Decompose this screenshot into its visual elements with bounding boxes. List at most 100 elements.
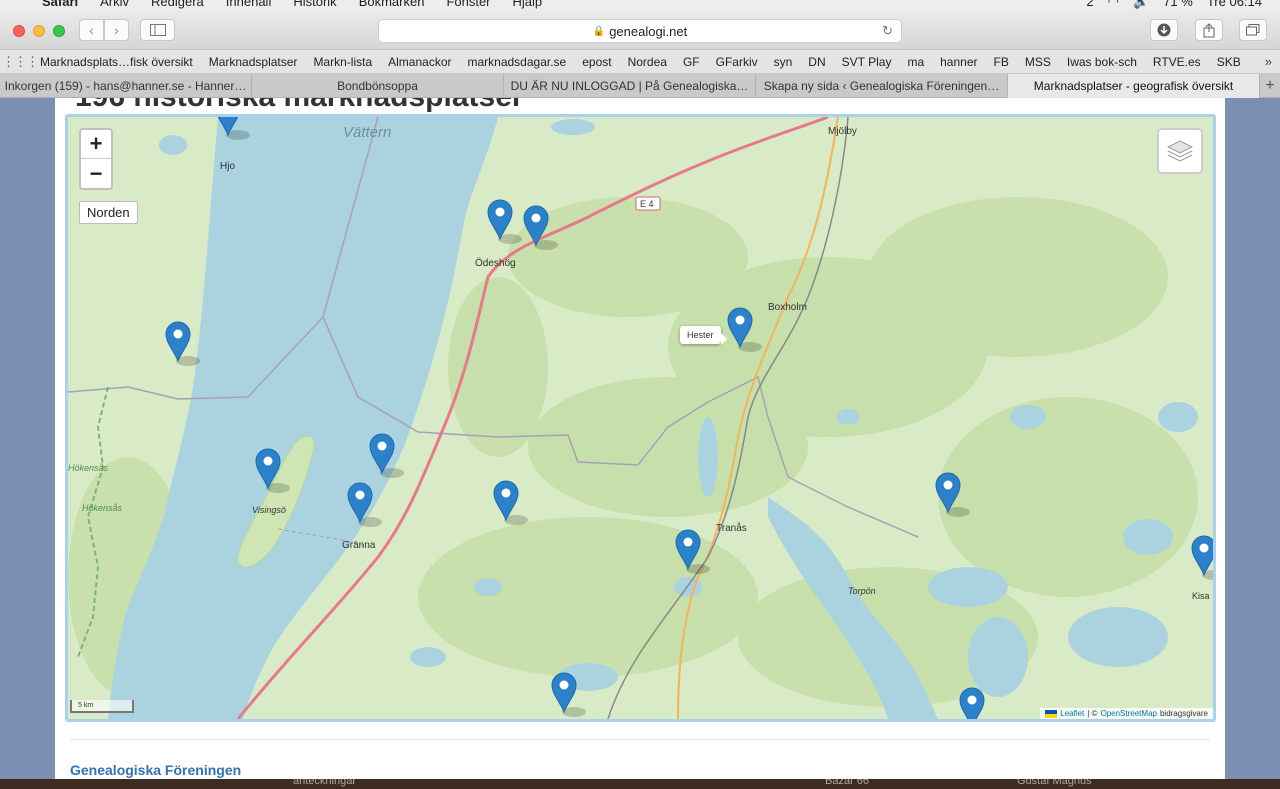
bookmark-item[interactable]: SKB	[1217, 55, 1241, 69]
ukraine-flag-icon	[1045, 709, 1058, 718]
e4-road-shield: E 4	[635, 196, 661, 211]
tab-bar: Inkorgen (159) - hans@hanner.se - Hanner…	[0, 74, 1280, 98]
share-button[interactable]	[1195, 19, 1223, 41]
battery-label[interactable]: 71 %	[1163, 0, 1193, 10]
zoom-control: + −	[79, 128, 113, 190]
bookmark-item[interactable]: GF	[683, 55, 700, 69]
bookmark-item[interactable]: SVT Play	[842, 55, 892, 69]
show-tabs-button[interactable]	[1239, 19, 1267, 41]
bookmark-item[interactable]: DN	[808, 55, 825, 69]
back-button[interactable]: ‹	[79, 19, 104, 41]
menubar-status-area: 2 ◠ 🔈 71 % Tre 06:14	[1086, 0, 1262, 10]
reload-icon[interactable]: ↻	[882, 23, 893, 39]
menu-historik[interactable]: Historik	[293, 0, 336, 9]
label-boxholm: Boxholm	[768, 302, 807, 313]
volume-icon[interactable]: 🔈	[1133, 0, 1149, 10]
wifi-icon[interactable]: ◠	[1108, 0, 1119, 10]
bookmarks-grid-icon[interactable]: ⋮⋮⋮	[0, 54, 40, 70]
label-torpon: Torpön	[848, 586, 876, 596]
downloads-button[interactable]	[1150, 19, 1178, 41]
page-content: 196 historiska marknadsplatser	[55, 98, 1225, 789]
label-tranas: Tranås	[716, 522, 747, 534]
osm-link[interactable]: OpenStreetMap	[1100, 709, 1156, 718]
label-kisa: Kisa	[1192, 591, 1210, 601]
status-count[interactable]: 2	[1086, 0, 1093, 10]
label-hokensas-2: Hökensås	[82, 503, 123, 513]
bookmark-item[interactable]: Markn-lista	[313, 55, 372, 69]
menu-arkiv[interactable]: Arkiv	[100, 0, 129, 9]
bookmark-item[interactable]: FB	[994, 55, 1009, 69]
sidebar-icon	[149, 24, 166, 36]
layers-control[interactable]	[1157, 128, 1203, 174]
tabs-overview-icon	[1246, 24, 1260, 36]
label-hjo: Hjo	[220, 161, 235, 172]
lock-icon: 🔒	[592, 25, 606, 37]
layers-icon	[1167, 140, 1193, 162]
menu-hjalp[interactable]: Hjälp	[513, 0, 543, 9]
label-vattern: Vättern	[343, 124, 391, 141]
address-domain: genealogi.net	[609, 23, 688, 39]
tab-inloggad[interactable]: DU ÄR NU INLOGGAD | På Genealogiska…	[504, 74, 756, 98]
label-visingso: Visingsö	[252, 505, 286, 515]
label-hokensas-1: Hökensås	[68, 463, 109, 473]
background-strip: anteckningar Bazar 66 Gustaf Magnus	[0, 779, 1280, 789]
chevron-left-icon: ‹	[89, 22, 94, 38]
divider	[70, 739, 1210, 740]
bookmarks-overflow-icon[interactable]: »	[1265, 54, 1272, 69]
sidebar-button[interactable]	[140, 19, 175, 41]
bookmark-item[interactable]: Nordea	[628, 55, 667, 69]
bookmark-item[interactable]: hanner	[940, 55, 977, 69]
map-tiles[interactable]: Vättern Hjo Ödeshög Mjölby Boxholm Visin…	[68, 117, 1213, 719]
zoom-in-button[interactable]: +	[81, 130, 111, 159]
label-odeshog: Ödeshög	[475, 257, 516, 269]
menu-bokmarken[interactable]: Bokmärken	[359, 0, 425, 9]
bookmark-item[interactable]: Almanackor	[388, 55, 451, 69]
forward-button[interactable]: ›	[104, 19, 129, 41]
browser-toolbar: ‹ › 🔒 genealogi.net ↻	[0, 10, 1280, 50]
menu-app-name[interactable]: Safari	[42, 0, 78, 9]
bookmark-item[interactable]: epost	[582, 55, 611, 69]
attribution-separator: | ©	[1087, 709, 1098, 718]
scale-bar: 5 km	[70, 700, 134, 713]
window-fullscreen-button[interactable]	[53, 25, 65, 37]
footer-site-title[interactable]: Genealogiska Föreningen	[70, 762, 241, 778]
window-close-button[interactable]	[13, 25, 25, 37]
clock[interactable]: Tre 06:14	[1207, 0, 1262, 10]
download-icon	[1157, 23, 1171, 37]
menu-innehall[interactable]: Innehåll	[226, 0, 272, 9]
zoom-out-button[interactable]: −	[81, 159, 111, 188]
bookmark-item[interactable]: GFarkiv	[716, 55, 758, 69]
leaflet-map[interactable]: Vättern Hjo Ödeshög Mjölby Boxholm Visin…	[65, 114, 1216, 722]
address-bar[interactable]: 🔒 genealogi.net ↻	[378, 19, 902, 43]
north-button[interactable]: Norden	[79, 201, 138, 224]
svg-text:E 4: E 4	[640, 199, 654, 209]
leaflet-link[interactable]: Leaflet	[1060, 709, 1084, 718]
bookmark-item[interactable]: marknadsdagar.se	[467, 55, 566, 69]
bookmark-item[interactable]: RTVE.es	[1153, 55, 1201, 69]
menu-redigera[interactable]: Redigera	[151, 0, 204, 9]
menu-fonster[interactable]: Fönster	[446, 0, 490, 9]
bookmark-item[interactable]: Iwas bok-sch	[1067, 55, 1137, 69]
label-granna: Gränna	[342, 540, 376, 551]
bookmark-item[interactable]: ma	[907, 55, 924, 69]
bookmark-item[interactable]: Marknadsplatser	[209, 55, 298, 69]
page-title: 196 historiska marknadsplatser	[75, 98, 524, 114]
bookmark-item[interactable]: Marknadsplats…fisk översikt	[40, 55, 193, 69]
tab-inbox[interactable]: Inkorgen (159) - hans@hanner.se - Hanner…	[0, 74, 252, 98]
background-text: anteckningar	[293, 779, 356, 787]
map-attribution: Leaflet | © OpenStreetMap bidragsgivare	[1040, 708, 1213, 719]
macos-menubar: Safari Arkiv Redigera Innehåll Historik …	[0, 0, 1280, 10]
background-text: Bazar 66	[825, 779, 870, 787]
bookmarks-bar: ⋮⋮⋮ Marknadsplats…fisk översikt Marknads…	[0, 50, 1280, 74]
chevron-right-icon: ›	[114, 22, 119, 38]
tab-bondbonsoppa[interactable]: Bondbönsoppa	[252, 74, 504, 98]
bookmark-item[interactable]: MSS	[1025, 55, 1051, 69]
window-minimize-button[interactable]	[33, 25, 45, 37]
tab-marknadsplatser[interactable]: Marknadsplatser - geografisk översikt	[1008, 74, 1260, 98]
label-mjolby: Mjölby	[828, 126, 857, 137]
marker-tooltip: Hester	[680, 326, 726, 345]
bookmark-item[interactable]: syn	[774, 55, 793, 69]
tab-skapa-ny-sida[interactable]: Skapa ny sida ‹ Genealogiska Föreningen…	[756, 74, 1008, 98]
new-tab-button[interactable]: +	[1260, 74, 1280, 98]
background-text: Gustaf Magnus	[1017, 779, 1092, 787]
